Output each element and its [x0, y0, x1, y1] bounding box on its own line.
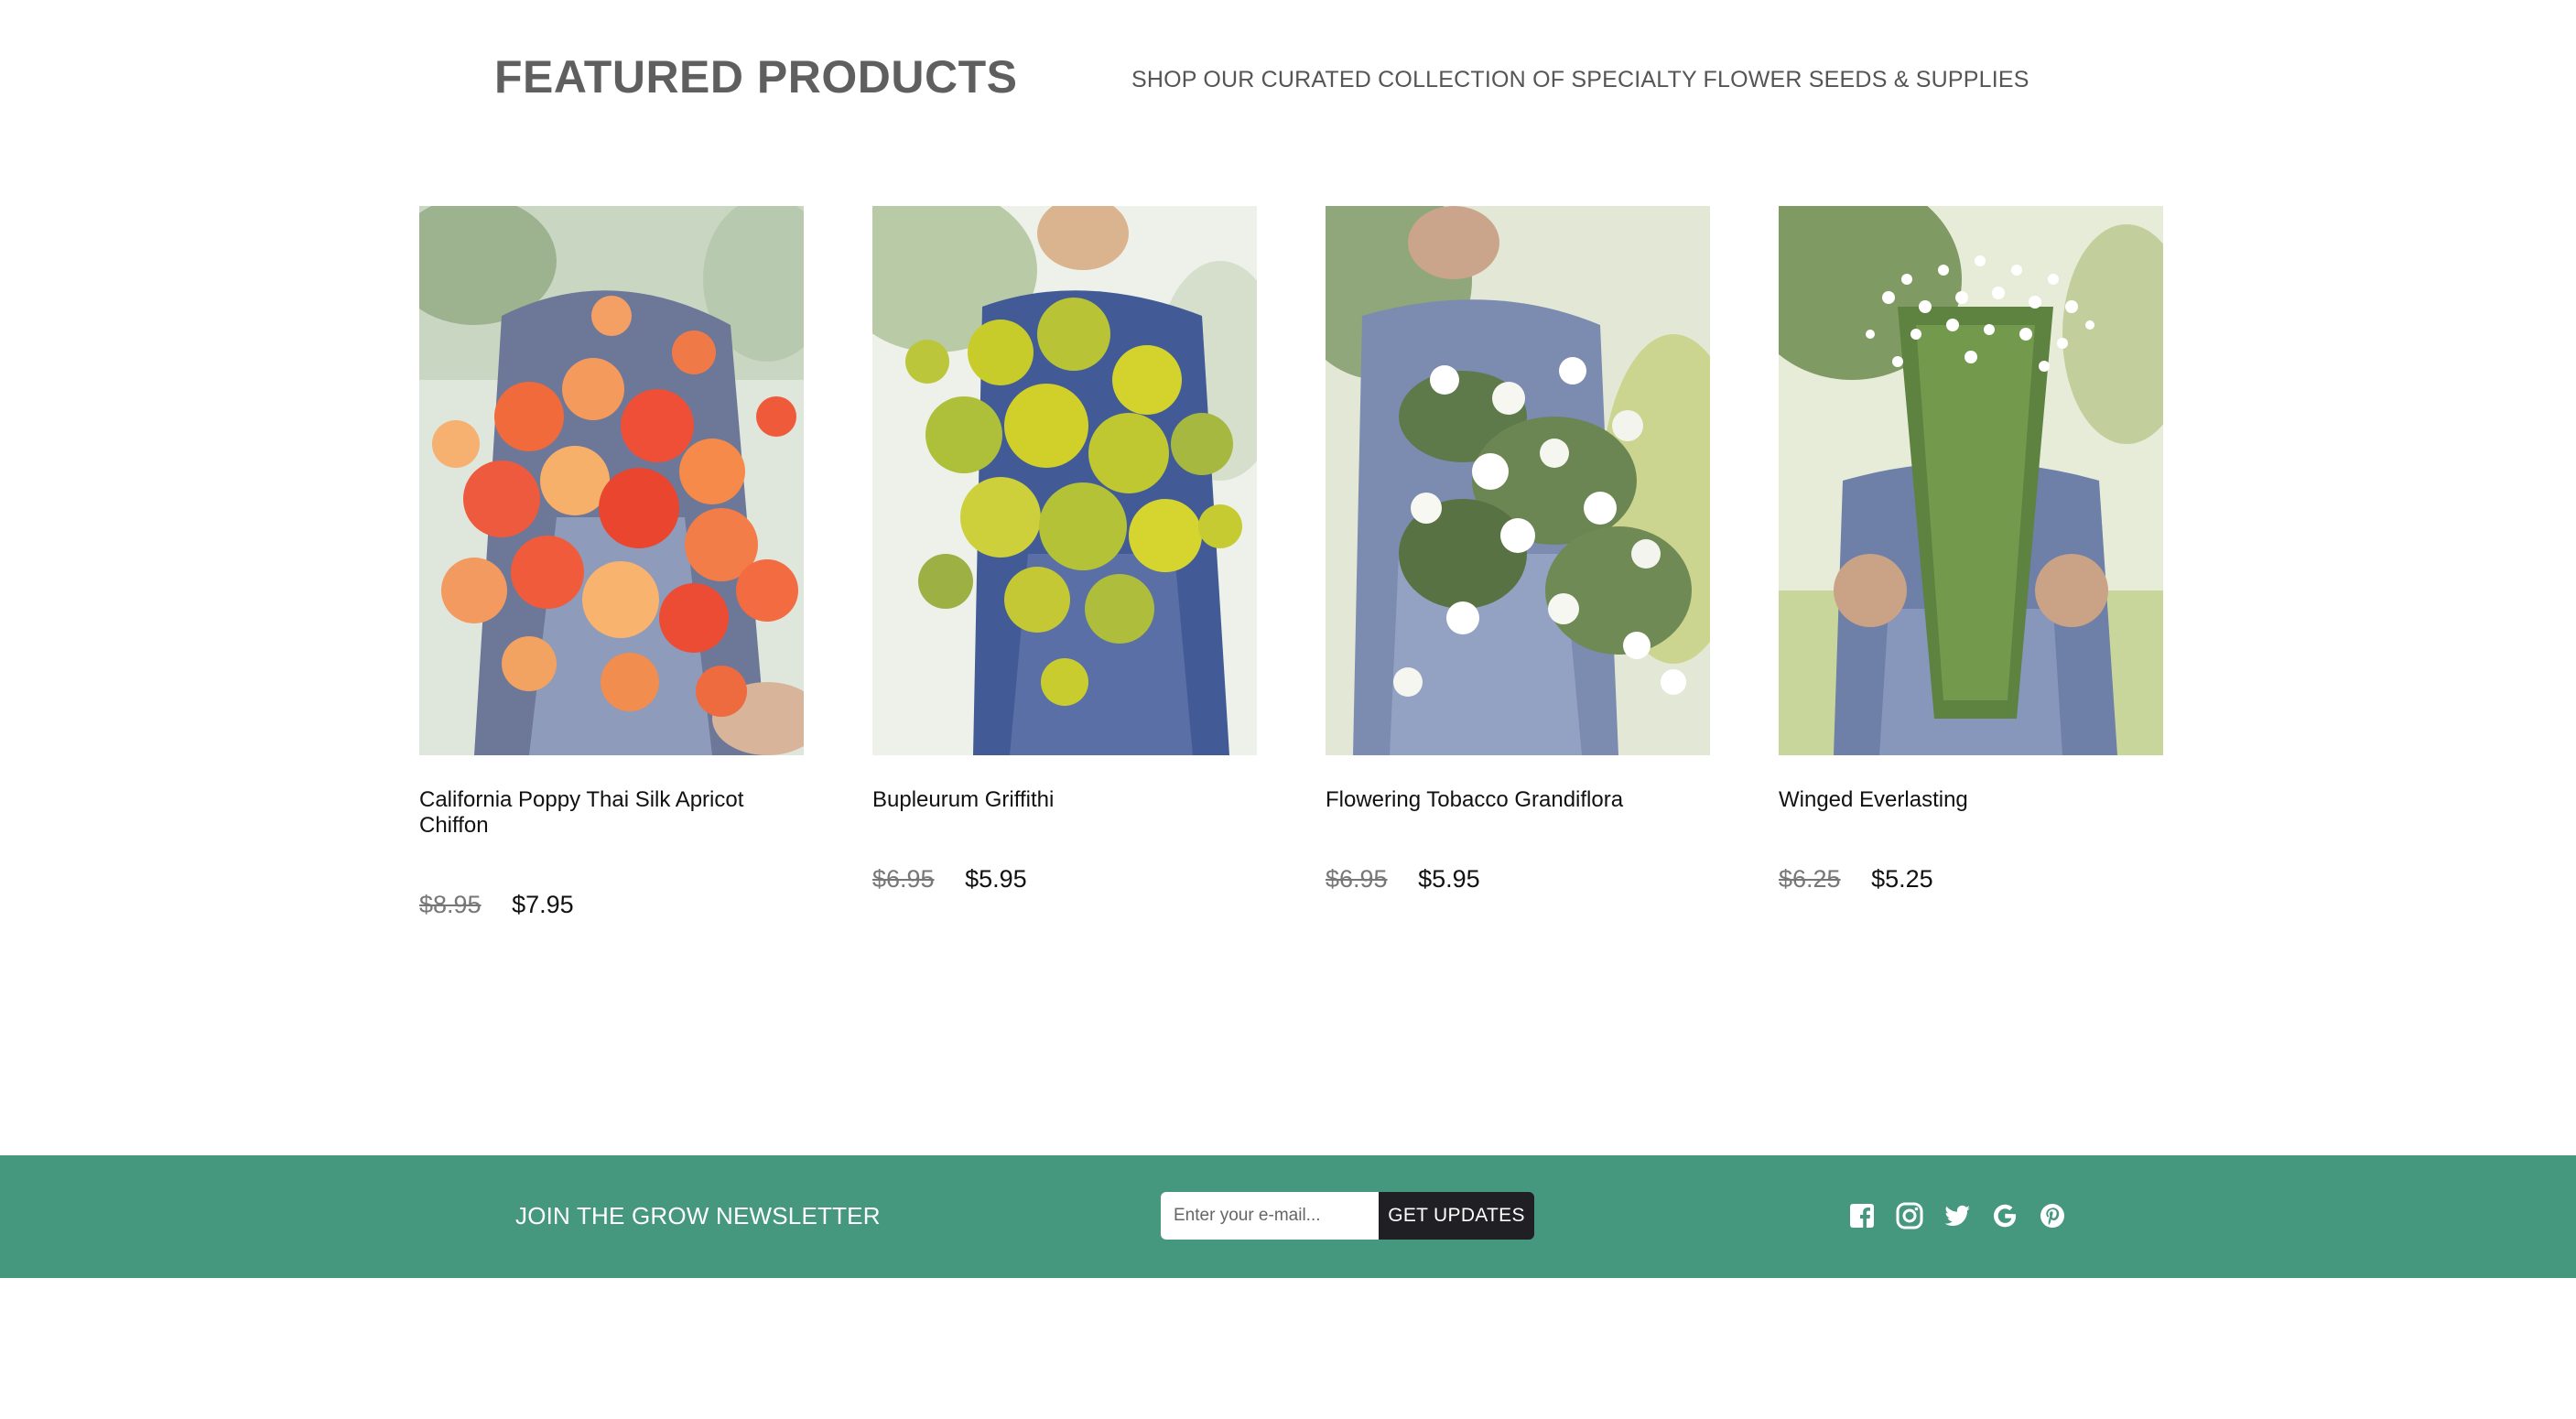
sale-price: $5.95: [1418, 865, 1480, 893]
facebook-icon[interactable]: [1847, 1201, 1877, 1230]
product-name[interactable]: Bupleurum Griffithi: [872, 787, 1257, 813]
google-icon[interactable]: [1990, 1201, 2019, 1230]
sale-price: $7.95: [512, 891, 574, 918]
product-card[interactable]: Winged Everlasting $6.25 $5.25: [1779, 206, 2163, 894]
newsletter-band: JOIN THE GROW NEWSLETTER GET UPDATES: [0, 1155, 2576, 1278]
original-price: $8.95: [419, 891, 482, 918]
white-tobacco-flower-bouquet-image: [1326, 206, 1710, 755]
yellow-green-bupleurum-bouquet-image: [872, 206, 1257, 755]
product-name[interactable]: Winged Everlasting: [1779, 787, 2163, 813]
product-prices: $6.95 $5.95: [872, 865, 1257, 894]
product-prices: $8.95 $7.95: [419, 891, 804, 919]
product-image[interactable]: [1326, 206, 1710, 755]
get-updates-button[interactable]: GET UPDATES: [1379, 1192, 1534, 1240]
page-subtitle: SHOP OUR CURATED COLLECTION OF SPECIALTY…: [1131, 67, 2029, 92]
product-card[interactable]: California Poppy Thai Silk Apricot Chiff…: [419, 206, 804, 919]
product-name[interactable]: California Poppy Thai Silk Apricot Chiff…: [419, 787, 804, 839]
product-image[interactable]: [419, 206, 804, 755]
sale-price: $5.95: [965, 865, 1027, 893]
newsletter-label: JOIN THE GROW NEWSLETTER: [515, 1202, 881, 1229]
original-price: $6.25: [1779, 865, 1841, 893]
product-image[interactable]: [872, 206, 1257, 755]
social-links: [1847, 1201, 2067, 1230]
product-prices: $6.95 $5.95: [1326, 865, 1710, 894]
product-card[interactable]: Bupleurum Griffithi $6.95 $5.95: [872, 206, 1257, 894]
page-title: FEATURED PRODUCTS: [494, 51, 1018, 103]
email-field[interactable]: [1161, 1192, 1379, 1240]
original-price: $6.95: [872, 865, 935, 893]
product-name[interactable]: Flowering Tobacco Grandiflora: [1326, 787, 1710, 813]
product-prices: $6.25 $5.25: [1779, 865, 2163, 894]
instagram-icon[interactable]: [1895, 1201, 1924, 1230]
product-card[interactable]: Flowering Tobacco Grandiflora $6.95 $5.9…: [1326, 206, 1710, 894]
white-everlasting-bouquet-image: [1779, 206, 2163, 755]
sale-price: $5.25: [1871, 865, 1933, 893]
original-price: $6.95: [1326, 865, 1388, 893]
pinterest-icon[interactable]: [2038, 1201, 2067, 1230]
twitter-icon[interactable]: [1943, 1201, 1972, 1230]
orange-poppy-bouquet-image: [419, 206, 804, 755]
page: FEATURED PRODUCTS SHOP OUR CURATED COLLE…: [0, 0, 2576, 1419]
product-image[interactable]: [1779, 206, 2163, 755]
